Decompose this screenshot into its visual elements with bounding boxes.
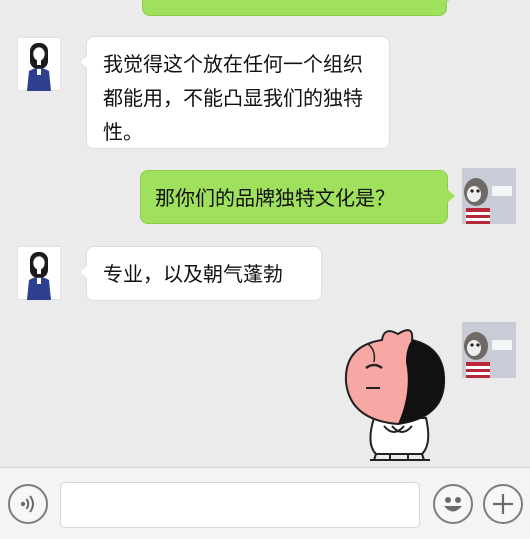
message-text: 那你们的品牌独特文化是？ <box>155 186 395 210</box>
message-bubble-out-partial <box>142 0 454 16</box>
input-toolbar <box>0 467 530 539</box>
dog-avatar-icon <box>462 168 516 224</box>
message-text: 专业，以及朝气蓬勃 <box>103 262 283 286</box>
voice-button[interactable] <box>8 484 48 524</box>
message-text: 我觉得这个放在任何一个组织都能用，不能凸显我们的独特性。 <box>103 52 363 144</box>
dog-avatar-icon <box>462 322 516 378</box>
message-input[interactable] <box>60 482 420 528</box>
contact-avatar[interactable] <box>17 37 61 91</box>
emoji-button[interactable] <box>433 484 473 524</box>
peach-sticker[interactable] <box>336 322 454 464</box>
message-bubble-in[interactable]: 专业，以及朝气蓬勃 <box>79 246 322 301</box>
message-bubble-out[interactable]: 那你们的品牌独特文化是？ <box>140 170 455 224</box>
voice-icon <box>20 495 34 513</box>
girl-avatar-icon <box>27 252 51 300</box>
plus-icon <box>493 494 513 514</box>
message-bubble-in[interactable]: 我觉得这个放在任何一个组织都能用，不能凸显我们的独特性。 <box>79 36 390 149</box>
contact-avatar[interactable] <box>17 246 61 300</box>
chat-area: 我觉得这个放在任何一个组织都能用，不能凸显我们的独特性。 那你们的品牌独特文化是… <box>0 0 530 467</box>
my-avatar[interactable] <box>462 322 516 378</box>
my-avatar[interactable] <box>462 168 516 224</box>
girl-avatar-icon <box>27 43 51 91</box>
emoji-icon <box>444 497 462 512</box>
peach-sticker-icon <box>344 329 446 461</box>
plus-button[interactable] <box>483 484 523 524</box>
